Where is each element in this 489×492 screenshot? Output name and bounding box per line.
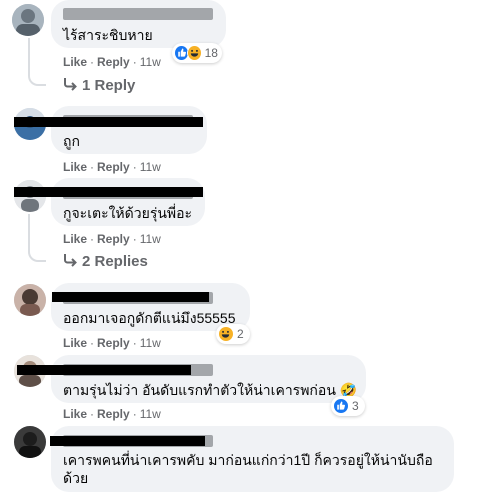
comment-text: กูจะเตะให้ด้วยรุ่นพี่อะ (63, 205, 193, 221)
commenter-name[interactable] (63, 8, 213, 20)
timestamp[interactable]: 11w (140, 336, 161, 350)
reaction-count: 2 (237, 327, 244, 341)
like-button[interactable]: Like (63, 336, 87, 350)
reply-arrow-icon (64, 254, 77, 267)
comment-bubble: กูจะเตะให้ด้วยรุ่นพี่อะ (51, 178, 205, 226)
reaction-count: 3 (352, 399, 359, 413)
haha-icon (186, 45, 202, 61)
view-replies-label: 2 Replies (82, 253, 148, 270)
redaction-bar (52, 292, 209, 302)
thread-connector (28, 248, 46, 262)
comment-bubble: ออกมาเจอกูดักตีแน่มึง55555 (51, 283, 250, 331)
comment-bubble: ถูก (51, 106, 207, 154)
reply-button[interactable]: Reply (97, 232, 130, 246)
view-replies-label: 1 Reply (82, 77, 136, 94)
reaction-summary[interactable]: 2 (216, 324, 250, 344)
haha-icon (218, 326, 234, 342)
avatar[interactable] (14, 426, 46, 458)
thread-line (28, 214, 30, 248)
comment-text: ถูก (63, 133, 80, 149)
timestamp[interactable]: 11w (140, 55, 161, 69)
comment-actions: Like · Reply · 11w (63, 55, 161, 69)
reply-button[interactable]: Reply (97, 407, 130, 421)
comment-actions: Like · Reply · 11w (63, 407, 161, 421)
timestamp[interactable]: 11w (140, 160, 161, 174)
reply-button[interactable]: Reply (97, 160, 130, 174)
timestamp[interactable]: 11w (140, 232, 161, 246)
avatar[interactable] (14, 284, 46, 316)
redaction-bar (14, 187, 203, 197)
reply-button[interactable]: Reply (97, 336, 130, 350)
comment-bubble: ไร้สาระชิบหาย (51, 0, 226, 48)
comment-actions: Like · Reply · 11w (63, 232, 161, 246)
comment-text-line-1: เคารพคนที่น่าเคารพคับ มาก่อนแก่กว่า1ปี ก… (63, 452, 433, 468)
thread-connector (28, 72, 46, 86)
view-replies-link[interactable]: 2 Replies (63, 253, 148, 271)
comment-bubble: ตามรุ่นไม่ว่า อันดับแรกทำตัวให้น่าเคารพก… (51, 355, 366, 403)
timestamp[interactable]: 11w (140, 407, 161, 421)
view-replies-link[interactable]: 1 Reply (63, 77, 135, 95)
like-button[interactable]: Like (63, 160, 87, 174)
comment-text: ไร้สาระชิบหาย (63, 27, 153, 43)
comment-actions: Like · Reply · 11w (63, 336, 161, 350)
redaction-bar (50, 436, 205, 446)
redaction-bar (14, 117, 203, 127)
comment-text-line-2: ด้วย (63, 470, 89, 486)
like-button[interactable]: Like (63, 407, 87, 421)
reaction-summary[interactable]: 18 (172, 43, 222, 63)
redaction-bar (17, 365, 191, 375)
reply-button[interactable]: Reply (97, 55, 130, 69)
reaction-summary[interactable]: 3 (331, 396, 365, 416)
like-button[interactable]: Like (63, 232, 87, 246)
comment-text: ตามรุ่นไม่ว่า อันดับแรกทำตัวให้น่าเคารพก… (63, 382, 358, 398)
like-icon (333, 398, 349, 414)
thread-line (28, 38, 30, 72)
avatar[interactable] (12, 4, 44, 36)
reply-arrow-icon (64, 78, 77, 91)
comment-text: ออกมาเจอกูดักตีแน่มึง55555 (63, 310, 236, 326)
comment-actions: Like · Reply · 11w (63, 160, 161, 174)
reaction-count: 18 (204, 46, 218, 60)
like-button[interactable]: Like (63, 55, 87, 69)
